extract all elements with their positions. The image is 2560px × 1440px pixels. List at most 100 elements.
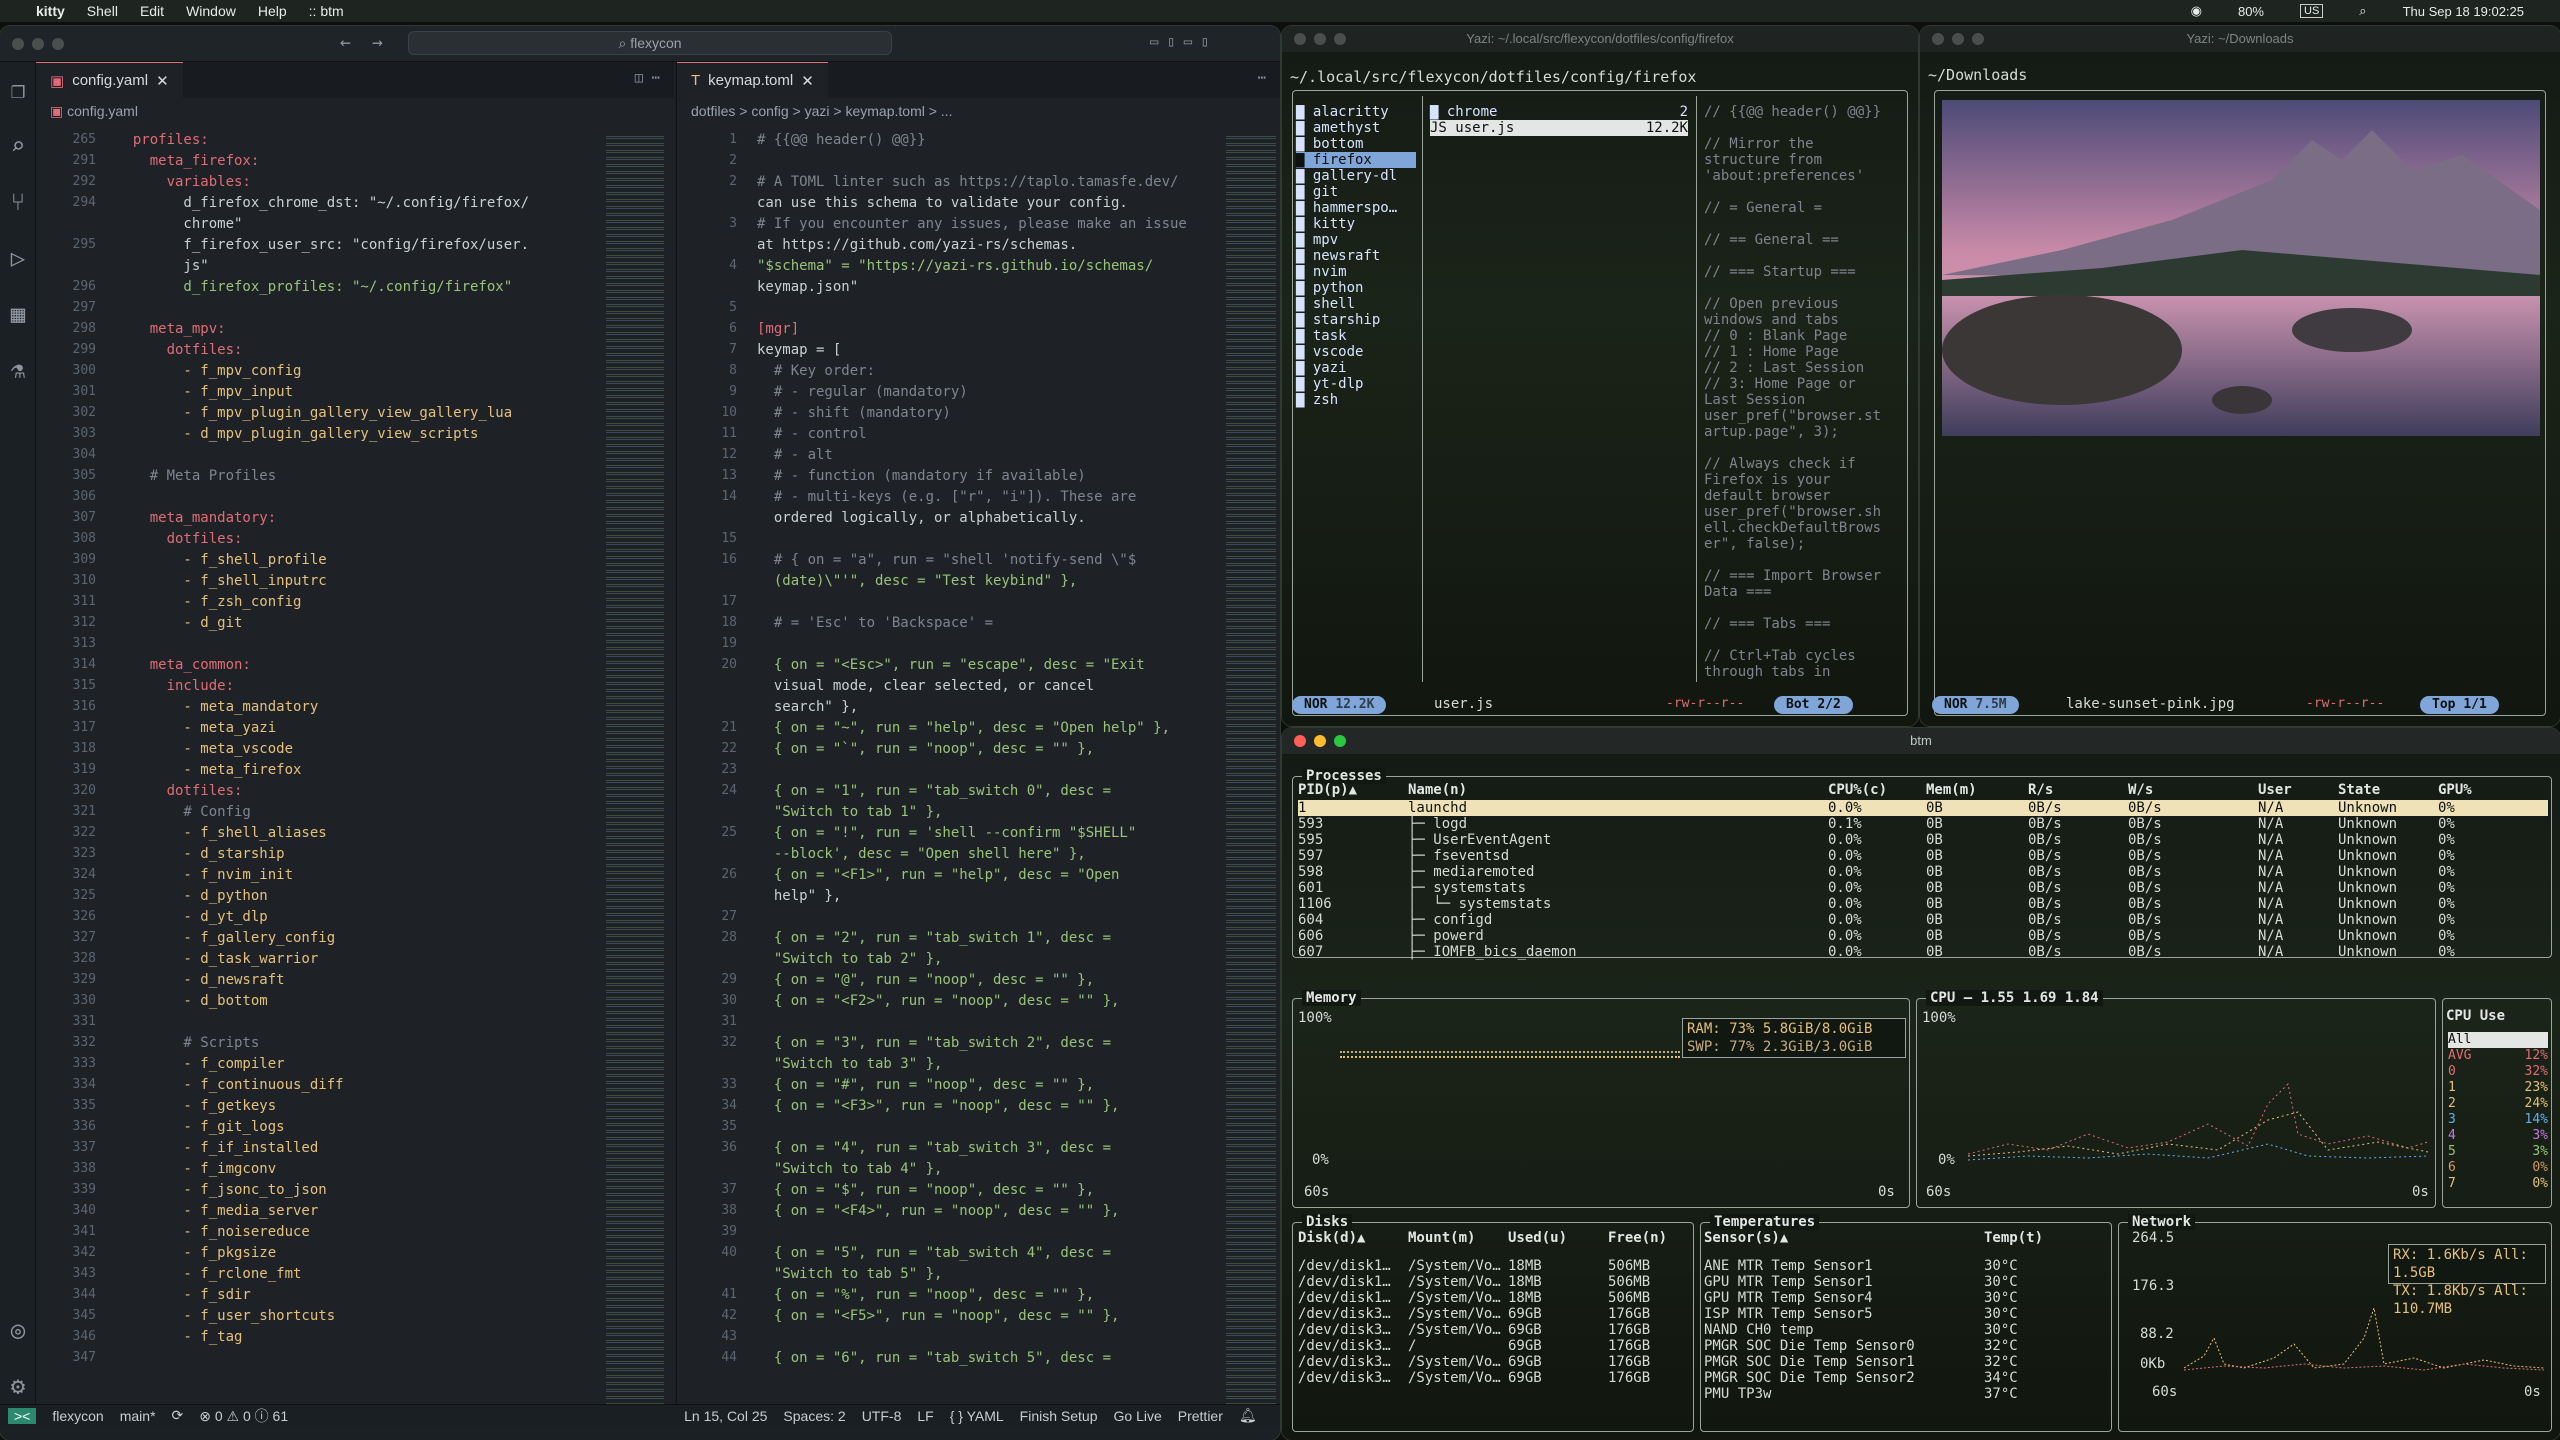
code-line[interactable]: { on = "1", run = "tab_switch 0", desc = — [757, 783, 1111, 799]
code-line[interactable]: # {{@@ header() @@}} — [757, 132, 926, 148]
tab-keymap-toml[interactable]: Tkeymap.toml ✕ — [677, 62, 828, 98]
code-line[interactable]: meta_mandatory: — [116, 510, 276, 526]
code-line[interactable]: f_firefox_user_src: "config/firefox/user… — [116, 237, 529, 253]
code-line[interactable]: help" }, — [757, 888, 841, 904]
wifi-icon[interactable]: ◉ — [2191, 3, 2202, 19]
table-row[interactable]: 593 ├─ logd 0.1% 0B 0B/s 0B/s N/A Unknown 0% — [1298, 816, 2548, 832]
file-item[interactable]: JS user.js 12.2K — [1430, 120, 1688, 136]
prettier[interactable]: Prettier — [1178, 1408, 1223, 1424]
table-row[interactable]: /dev/disk1…/System/Vo… 18MB 506MB — [1298, 1274, 1688, 1290]
tab-config-yaml[interactable]: ▣ config.yaml ✕ — [36, 62, 183, 98]
code-line[interactable]: - d_python — [116, 888, 267, 904]
code-line[interactable]: - f_mpv_plugin_gallery_view_gallery_lua — [116, 405, 512, 421]
code-line[interactable]: - f_compiler — [116, 1056, 284, 1072]
folder-item[interactable]: ▇ nvim — [1296, 264, 1416, 280]
table-row[interactable]: NAND CH0 temp 30°C — [1704, 1322, 2104, 1338]
code-line[interactable]: - f_shell_profile — [116, 552, 326, 568]
code-line[interactable]: # - regular (mandatory) — [757, 384, 968, 400]
code-line[interactable]: { on = "<F2>", run = "noop", desc = "" }… — [757, 993, 1120, 1009]
code-line[interactable]: visual mode, clear selected, or cancel — [757, 678, 1094, 694]
folder-item[interactable]: ▇ amethyst — [1296, 120, 1416, 136]
folder-item[interactable]: ▇ alacritty — [1296, 104, 1416, 120]
table-row[interactable]: PMGR SOC Die Temp Sensor1 32°C — [1704, 1354, 2104, 1370]
folder-item[interactable]: ▇ shell — [1296, 296, 1416, 312]
code-line[interactable]: - f_getkeys — [116, 1098, 276, 1114]
code-line[interactable]: keymap = [ — [757, 342, 841, 358]
code-line[interactable]: - f_noisereduce — [116, 1224, 309, 1240]
code-line[interactable]: - d_yt_dlp — [116, 909, 267, 925]
split-editor-icon[interactable]: ◫ ⋯ — [635, 70, 660, 86]
code-line[interactable]: { on = "<F1>", run = "help", desc = "Ope… — [757, 867, 1120, 883]
code-line[interactable]: - f_user_shortcuts — [116, 1308, 335, 1324]
table-row[interactable]: /dev/disk1…/System/Vo… 18MB 506MB — [1298, 1258, 1688, 1274]
window-controls[interactable] — [12, 38, 64, 50]
code-line[interactable]: - f_zsh_config — [116, 594, 301, 610]
folder-item[interactable]: ▇ vscode — [1296, 344, 1416, 360]
code-area-right[interactable]: 1 # {{@@ header() @@}} 2 2 # A TOML linter s… — [677, 132, 1280, 1404]
cpu-use-row[interactable]: AVG 12% — [2448, 1048, 2548, 1064]
table-row[interactable]: /dev/disk3…/System/Vo… 69GB 176GB — [1298, 1306, 1688, 1322]
command-center-search[interactable]: ⌕ flexycon — [408, 31, 892, 55]
menu-shell[interactable]: Shell — [87, 3, 118, 19]
bell-icon[interactable]: 🔔︎ — [1239, 1407, 1257, 1424]
code-line[interactable]: at https://github.com/yazi-rs/schemas. — [757, 237, 1077, 253]
code-line[interactable]: - f_rclone_fmt — [116, 1266, 301, 1282]
code-line[interactable]: { on = "<F3>", run = "noop", desc = "" }… — [757, 1098, 1120, 1114]
code-line[interactable]: # - control — [757, 426, 867, 442]
folder-item[interactable]: ▇ starship — [1296, 312, 1416, 328]
code-line[interactable]: "Switch to tab 2" }, — [757, 951, 943, 967]
code-line[interactable]: "Switch to tab 5" }, — [757, 1266, 943, 1282]
temperatures-header[interactable]: Sensor(s)▲ Temp(t) — [1704, 1230, 2104, 1246]
code-line[interactable]: "Switch to tab 3" }, — [757, 1056, 943, 1072]
folder-item[interactable]: ▇ git — [1296, 184, 1416, 200]
code-line[interactable]: { on = "<F5>", run = "noop", desc = "" }… — [757, 1308, 1120, 1324]
table-row[interactable]: /dev/disk1…/System/Vo… 18MB 506MB — [1298, 1290, 1688, 1306]
forward-arrow-icon[interactable]: → — [372, 32, 383, 53]
menu-edit[interactable]: Edit — [140, 3, 164, 19]
cpu-use-row[interactable]: 2 24% — [2448, 1096, 2548, 1112]
yazi-current-list[interactable]: ▇ chrome 2 JS user.js 12.2K — [1430, 104, 1688, 136]
finish-setup[interactable]: Finish Setup — [1020, 1408, 1098, 1424]
code-line[interactable]: - d_git — [116, 615, 242, 631]
table-row[interactable]: ISP MTR Temp Sensor5 30°C — [1704, 1306, 2104, 1322]
code-line[interactable]: - f_tag — [116, 1329, 242, 1345]
table-row[interactable]: PID(p)▲ Name(n) CPU%(c) Mem(m) R/s W/s User Sta… — [1298, 782, 2548, 798]
code-line[interactable]: d_firefox_profiles: "~/.config/firefox" — [116, 279, 512, 295]
folder-item[interactable]: ▇ mpv — [1296, 232, 1416, 248]
code-line[interactable]: - f_continuous_diff — [116, 1077, 343, 1093]
sync-icon[interactable]: ⟳ — [172, 1407, 184, 1424]
code-line[interactable]: --block', desc = "Open shell here" }, — [757, 846, 1086, 862]
code-line[interactable]: meta_mpv: — [116, 321, 226, 337]
code-line[interactable]: # = 'Esc' to 'Backspace' = — [757, 615, 993, 631]
code-line[interactable]: # Key order: — [757, 363, 875, 379]
code-line[interactable]: { on = "@", run = "noop", desc = "" }, — [757, 972, 1094, 988]
code-line[interactable]: "Switch to tab 4" }, — [757, 1161, 943, 1177]
code-line[interactable]: - f_mpv_config — [116, 363, 301, 379]
code-line[interactable]: - f_gallery_config — [116, 930, 335, 946]
folder-item[interactable]: ▇ task — [1296, 328, 1416, 344]
breadcrumb[interactable]: ▣ config.yaml — [36, 98, 674, 124]
more-actions-icon[interactable]: ⋯ — [1258, 70, 1266, 86]
code-line[interactable]: # - function (mandatory if available) — [757, 468, 1086, 484]
code-line[interactable]: search" }, — [757, 699, 858, 715]
extensions-icon[interactable]: ▦ — [0, 286, 36, 342]
table-row[interactable]: /dev/disk3…/System/Vo… 69GB 176GB — [1298, 1322, 1688, 1338]
cpu-use-row[interactable]: 4 3% — [2448, 1128, 2548, 1144]
code-line[interactable]: dotfiles: — [116, 783, 243, 799]
eol[interactable]: LF — [917, 1408, 933, 1424]
code-line[interactable]: # - shift (mandatory) — [757, 405, 951, 421]
source-control-icon[interactable]: ⑂ — [0, 174, 36, 230]
cpu-use-row[interactable]: 6 0% — [2448, 1160, 2548, 1176]
project-name[interactable]: flexycon — [52, 1408, 103, 1424]
code-line[interactable]: { on = "$", run = "noop", desc = "" }, — [757, 1182, 1094, 1198]
code-line[interactable]: dotfiles: — [116, 531, 243, 547]
disks-header[interactable]: Disk(d)▲ Mount(m) Used(u) Free(n) — [1298, 1230, 1688, 1246]
table-row[interactable]: 597 ├─ fseventsd 0.0% 0B 0B/s 0B/s N/A Unknown 0… — [1298, 848, 2548, 864]
code-line[interactable]: # A TOML linter such as https://taplo.ta… — [757, 174, 1178, 190]
yazi-parent-list[interactable]: ▇ alacritty ▇ amethyst ▇ bottom ▇ firefox ▇ … — [1296, 104, 1416, 408]
code-line[interactable]: - f_sdir — [116, 1287, 250, 1303]
file-item[interactable]: ▇ chrome 2 — [1430, 104, 1688, 120]
code-line[interactable]: # - multi-keys (e.g. ["r", "i"]). These … — [757, 489, 1136, 505]
code-line[interactable]: - meta_firefox — [116, 762, 301, 778]
disks-table[interactable]: /dev/disk1…/System/Vo… 18MB 506MB/dev/disk… — [1298, 1258, 1688, 1398]
